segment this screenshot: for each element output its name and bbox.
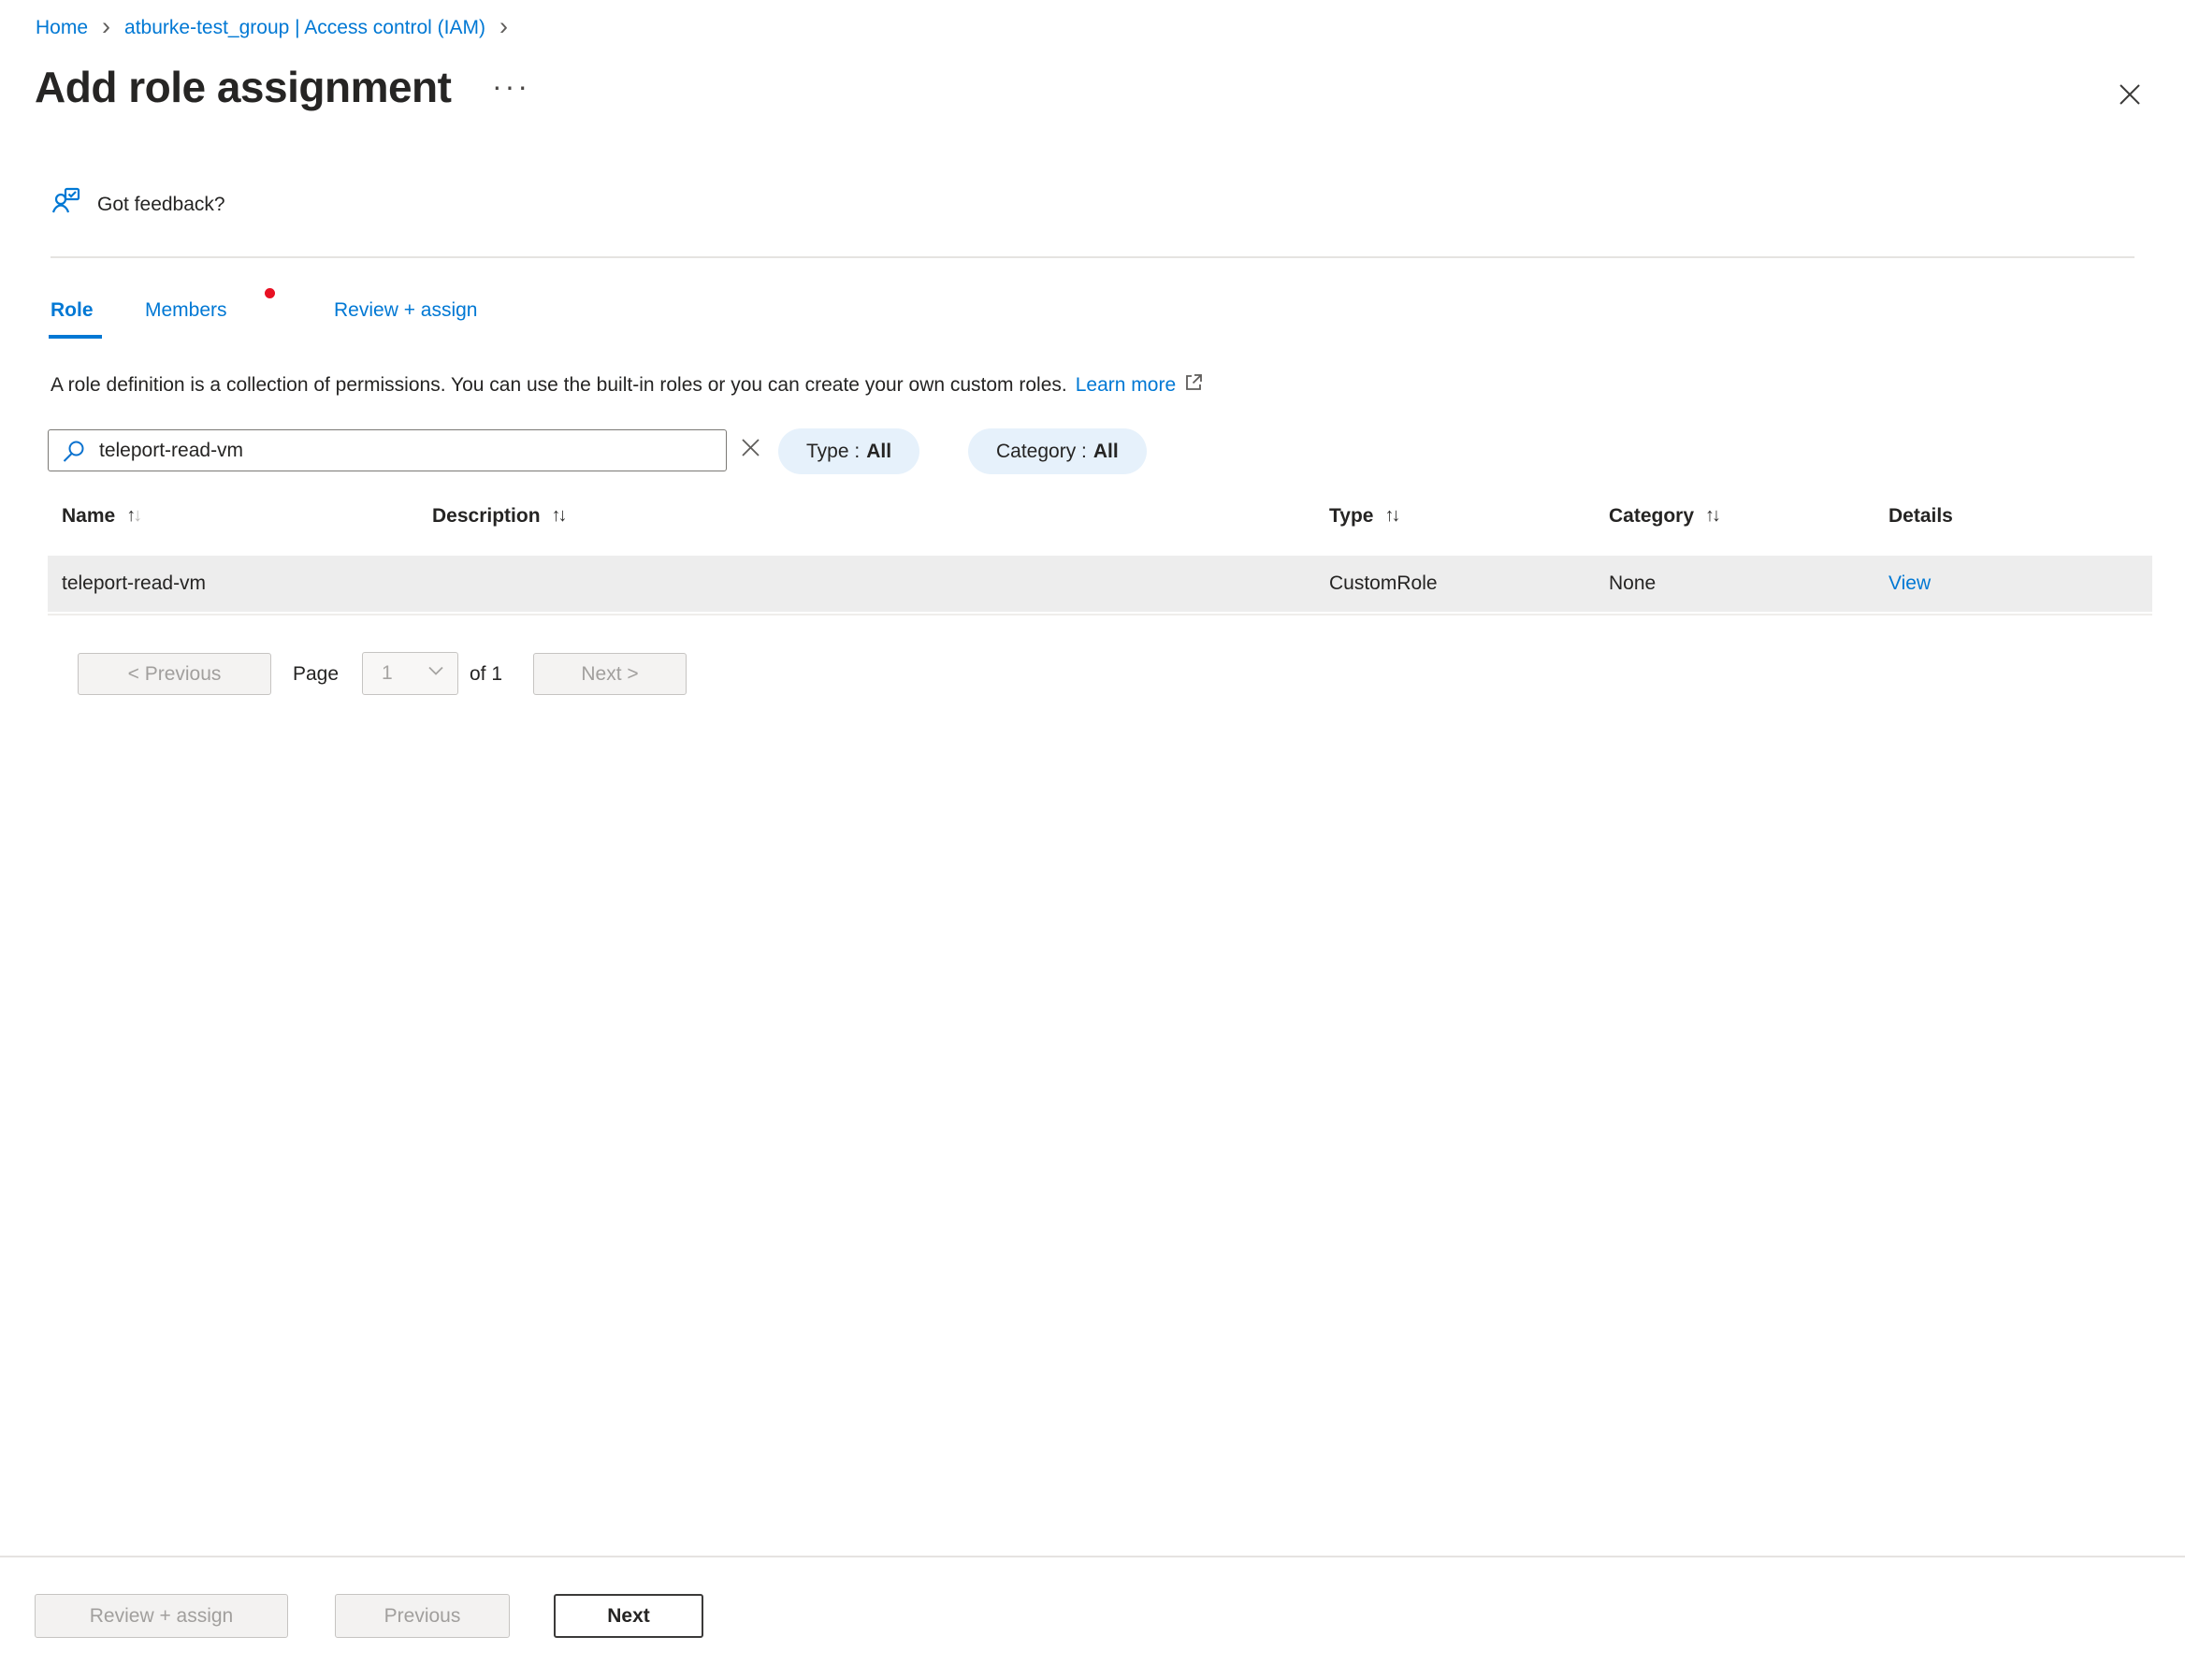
role-description-text: A role definition is a collection of per… (51, 374, 1067, 397)
clear-search-icon[interactable] (739, 436, 762, 459)
previous-step-button[interactable]: Previous (335, 1594, 510, 1638)
sort-arrows-icon: ↑↓ (552, 505, 565, 527)
learn-more-link[interactable]: Learn more (1076, 374, 1176, 397)
page-number-select[interactable]: 1 (362, 652, 458, 695)
column-label: Category (1609, 505, 1694, 528)
column-label: Type (1329, 505, 1373, 528)
review-assign-button[interactable]: Review + assign (35, 1594, 288, 1638)
row-category: None (1609, 556, 1656, 612)
sort-arrows-icon: ↑↓ (126, 505, 139, 527)
filter-pill-category[interactable]: Category : All (968, 428, 1147, 474)
row-separator (48, 614, 2152, 616)
chevron-right-icon: › (499, 17, 508, 36)
close-icon[interactable] (2114, 79, 2146, 110)
more-options-icon[interactable]: ··· (492, 69, 530, 104)
column-header-name[interactable]: Name ↑↓ (62, 505, 139, 528)
column-header-type[interactable]: Type ↑↓ (1329, 505, 1397, 528)
table-row[interactable]: teleport-read-vm CustomRole None View (48, 556, 2152, 612)
column-label: Name (62, 505, 115, 528)
column-label: Description (432, 505, 541, 528)
row-type: CustomRole (1329, 556, 1438, 612)
next-page-button[interactable]: Next > (533, 653, 687, 695)
filter-pill-type[interactable]: Type : All (778, 428, 919, 474)
search-input[interactable] (48, 429, 727, 471)
page-count-label: of 1 (470, 663, 502, 686)
header-divider (51, 256, 2134, 258)
tab-members[interactable]: Members (145, 299, 227, 322)
filter-type-label: Type : (806, 441, 860, 463)
active-tab-underline (49, 335, 102, 339)
column-header-category[interactable]: Category ↑↓ (1609, 505, 1718, 528)
breadcrumb-home-link[interactable]: Home (36, 17, 88, 39)
got-feedback-label: Got feedback? (97, 194, 225, 216)
sort-arrows-icon: ↑↓ (1705, 505, 1718, 527)
filter-category-value: All (1093, 441, 1119, 463)
previous-page-button[interactable]: < Previous (78, 653, 271, 695)
next-step-button[interactable]: Next (554, 1594, 703, 1638)
page-title: Add role assignment (35, 62, 451, 112)
filter-type-value: All (866, 441, 891, 463)
got-feedback-button[interactable]: Got feedback? (51, 186, 225, 223)
breadcrumb: Home › atburke-test_group | Access contr… (36, 17, 508, 39)
sort-arrows-icon: ↑↓ (1384, 505, 1397, 527)
filter-category-label: Category : (996, 441, 1087, 463)
row-name: teleport-read-vm (62, 556, 206, 612)
add-role-assignment-blade: Home › atburke-test_group | Access contr… (0, 0, 2185, 1680)
tab-role[interactable]: Role (51, 299, 94, 322)
column-header-details: Details (1888, 505, 1953, 528)
page-label: Page (293, 663, 339, 686)
column-header-description[interactable]: Description ↑↓ (432, 505, 565, 528)
breadcrumb-resource-link[interactable]: atburke-test_group | Access control (IAM… (124, 17, 485, 39)
page-number-value: 1 (382, 662, 393, 685)
row-view-link[interactable]: View (1888, 556, 1931, 612)
footer-divider (0, 1556, 2185, 1557)
column-label: Details (1888, 505, 1953, 528)
tab-review-assign[interactable]: Review + assign (334, 299, 478, 322)
chevron-down-icon (427, 661, 445, 686)
external-link-icon (1184, 372, 1204, 398)
chevron-right-icon: › (102, 17, 110, 36)
members-required-badge (265, 288, 275, 298)
role-description: A role definition is a collection of per… (51, 372, 1204, 398)
feedback-person-icon (51, 186, 81, 223)
